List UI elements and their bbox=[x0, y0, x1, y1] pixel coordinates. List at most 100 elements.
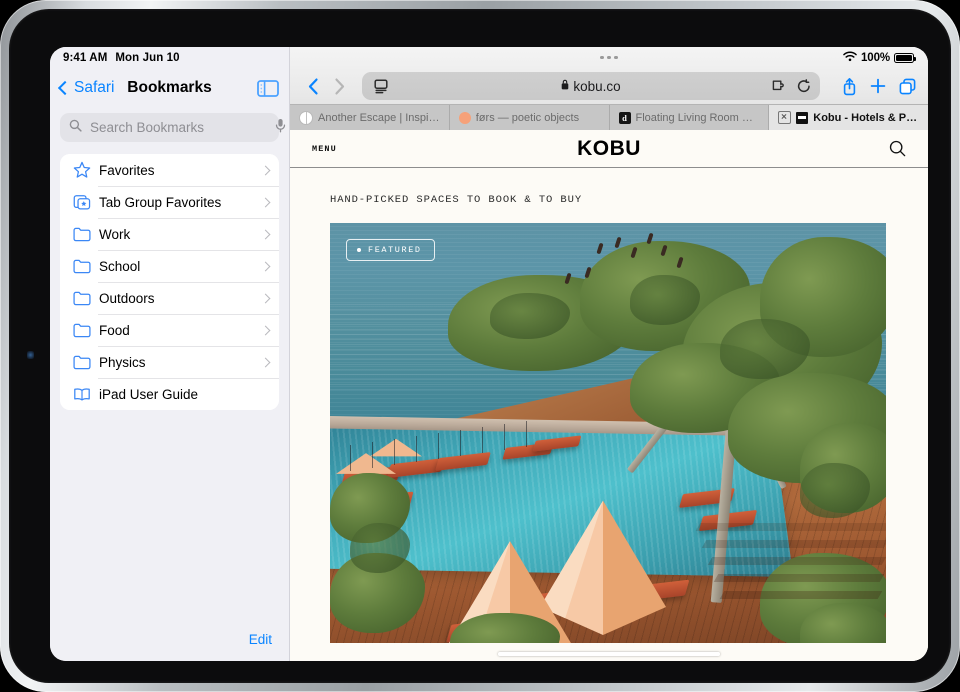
bookmark-row-physics[interactable]: Physics bbox=[60, 346, 279, 378]
extensions-puzzle-icon[interactable] bbox=[772, 79, 788, 93]
address-bar-content: kobu.co bbox=[362, 77, 820, 95]
edit-button[interactable]: Edit bbox=[249, 632, 272, 647]
address-bar-url: kobu.co bbox=[573, 78, 621, 94]
bookmark-label: Food bbox=[99, 322, 130, 338]
share-icon[interactable] bbox=[842, 77, 857, 96]
tab-strip: Another Escape | Inspir... førs — poetic … bbox=[290, 104, 928, 130]
browser-tab[interactable]: Another Escape | Inspir... bbox=[290, 105, 450, 130]
bookmark-row-ipad-user-guide[interactable]: iPad User Guide bbox=[60, 378, 279, 410]
bookmark-row-work[interactable]: Work bbox=[60, 218, 279, 250]
railing-post bbox=[350, 445, 352, 471]
railing-post bbox=[460, 430, 462, 456]
bullet-dot-icon bbox=[357, 248, 361, 252]
search-icon bbox=[69, 119, 82, 137]
bookmark-label: Favorites bbox=[99, 162, 155, 178]
chrome-status-bar: 100% bbox=[290, 47, 928, 68]
chevron-right-icon bbox=[260, 261, 271, 271]
tab-favicon bbox=[299, 110, 313, 125]
bookmark-label: Outdoors bbox=[99, 290, 155, 306]
tab-overview-icon[interactable] bbox=[899, 78, 916, 95]
folder-icon bbox=[71, 354, 92, 370]
chevron-right-icon bbox=[260, 357, 271, 367]
tab-favicon bbox=[796, 111, 809, 124]
home-indicator[interactable] bbox=[498, 651, 720, 656]
site-header: MENU KOBU bbox=[290, 130, 928, 168]
folder-icon bbox=[71, 322, 92, 338]
bookmarks-list: Favorites Tab Group Favorites Work School Ou… bbox=[60, 154, 279, 410]
tab-favicon: d bbox=[618, 111, 631, 124]
railing-post bbox=[504, 424, 506, 450]
multitask-dot bbox=[614, 55, 618, 60]
sidebar-toggle-icon[interactable] bbox=[257, 79, 279, 97]
tab-group-icon bbox=[71, 193, 92, 211]
railing-post bbox=[372, 442, 374, 468]
bookmark-label: iPad User Guide bbox=[99, 386, 199, 402]
site-menu-button[interactable]: MENU bbox=[312, 144, 337, 154]
star-icon bbox=[71, 161, 92, 179]
battery-fill bbox=[896, 54, 912, 61]
deck-step bbox=[701, 540, 886, 548]
bookmark-label: Tab Group Favorites bbox=[99, 194, 222, 210]
bookmark-row-favorites[interactable]: Favorites bbox=[60, 154, 279, 186]
tab-close-icon[interactable] bbox=[778, 111, 792, 124]
ipad-screen: 9:41 AM Mon Jun 10 Safari Bookmarks Sear… bbox=[50, 47, 928, 661]
bookmark-row-tab-group-favorites[interactable]: Tab Group Favorites bbox=[60, 186, 279, 218]
multitask-dot bbox=[600, 55, 604, 60]
featured-badge: FEATURED bbox=[346, 239, 435, 261]
featured-badge-label: FEATURED bbox=[368, 245, 422, 255]
tab-title: Floating Living Room Se... bbox=[635, 111, 760, 124]
plus-icon[interactable] bbox=[870, 78, 886, 94]
bookmark-label: Work bbox=[99, 226, 131, 242]
book-icon bbox=[71, 387, 92, 402]
browser-tab[interactable]: d Floating Living Room Se... bbox=[609, 105, 770, 130]
site-search-icon[interactable] bbox=[889, 140, 906, 157]
chevron-right-icon bbox=[260, 229, 271, 239]
back-button[interactable] bbox=[302, 75, 324, 97]
deck-step bbox=[713, 574, 885, 582]
lock-icon bbox=[561, 77, 569, 95]
deck-step bbox=[695, 523, 886, 531]
status-bar-time: 9:41 AM bbox=[63, 51, 108, 64]
page-settings-icon[interactable] bbox=[368, 75, 394, 97]
patio-umbrella bbox=[370, 437, 422, 459]
reload-icon[interactable] bbox=[797, 78, 811, 94]
multitask-dot bbox=[607, 55, 611, 60]
folder-icon bbox=[71, 258, 92, 274]
forward-button bbox=[328, 75, 350, 97]
web-page-content: MENU KOBU HAND-PICKED SPACES TO BOOK & T… bbox=[290, 130, 928, 661]
bookmark-label: School bbox=[99, 258, 141, 274]
browser-tab[interactable]: førs — poetic objects bbox=[449, 105, 610, 130]
hero-image[interactable]: FEATURED bbox=[330, 223, 886, 643]
address-bar[interactable]: kobu.co bbox=[362, 72, 820, 100]
folder-icon bbox=[71, 290, 92, 306]
railing-post bbox=[482, 427, 484, 453]
search-input[interactable] bbox=[88, 119, 269, 136]
railing-post bbox=[416, 436, 418, 462]
deck-step bbox=[707, 557, 886, 565]
browser-tab[interactable]: Kobu - Hotels & Propert... bbox=[769, 105, 928, 130]
browser-chrome: 100% kobu.co Another Escape | Inspir... … bbox=[290, 47, 928, 130]
multitasking-control[interactable] bbox=[290, 47, 928, 68]
bookmark-row-outdoors[interactable]: Outdoors bbox=[60, 282, 279, 314]
tab-title: Kobu - Hotels & Propert... bbox=[813, 111, 919, 124]
status-bar-date: Mon Jun 10 bbox=[115, 51, 180, 64]
bookmark-row-school[interactable]: School bbox=[60, 250, 279, 282]
tab-title: Another Escape | Inspir... bbox=[318, 111, 440, 124]
back-button-label: Safari bbox=[74, 79, 115, 96]
toolbar-actions bbox=[832, 77, 916, 96]
device-frame: 9:41 AM Mon Jun 10 Safari Bookmarks Sear… bbox=[0, 0, 960, 692]
bezel-artifact bbox=[27, 351, 34, 359]
search-bookmarks-field[interactable] bbox=[60, 113, 286, 142]
bookmarks-sidebar: 9:41 AM Mon Jun 10 Safari Bookmarks Sear… bbox=[50, 47, 290, 661]
search-container bbox=[50, 108, 289, 142]
battery-full-icon bbox=[894, 52, 916, 63]
chevron-right-icon bbox=[260, 293, 271, 303]
chevron-right-icon bbox=[260, 325, 271, 335]
chevron-right-icon bbox=[260, 197, 271, 207]
railing-post bbox=[394, 439, 396, 465]
bookmark-row-food[interactable]: Food bbox=[60, 314, 279, 346]
chevron-left-icon bbox=[57, 80, 73, 96]
railing-post bbox=[526, 421, 528, 447]
back-to-safari-button[interactable]: Safari bbox=[57, 79, 115, 97]
microphone-icon[interactable] bbox=[275, 118, 286, 138]
